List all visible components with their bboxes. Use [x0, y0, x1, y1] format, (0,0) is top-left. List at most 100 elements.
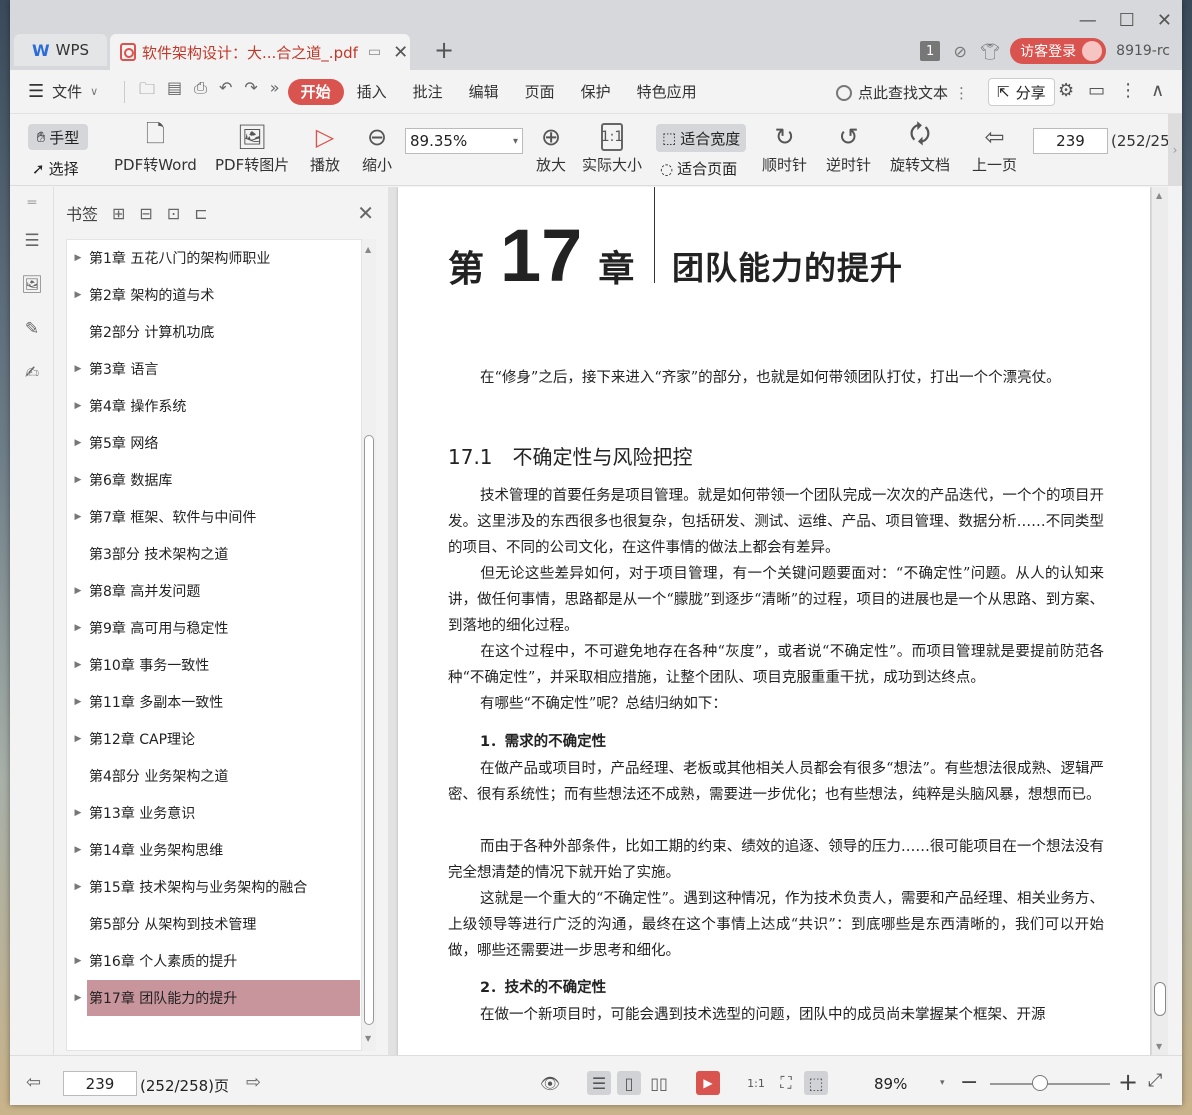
- expand-arrow-icon[interactable]: ▶: [67, 401, 89, 411]
- tab-annotate[interactable]: 批注: [400, 79, 456, 105]
- rotate-document-button[interactable]: 🗘 旋转文档: [890, 120, 950, 175]
- pdf-to-word-button[interactable]: 🗋 PDF转Word: [114, 120, 197, 175]
- bookmark-item[interactable]: ▶ 第11章 多副本一致性: [67, 684, 360, 720]
- vertical-dots-icon[interactable]: ⋮: [954, 84, 969, 102]
- gear-icon[interactable]: ⚙: [1058, 80, 1074, 101]
- add-bookmark-icon[interactable]: ⊡: [167, 204, 180, 223]
- bookmark-item[interactable]: 第4部分 业务架构之道: [67, 758, 360, 794]
- fit-width-icon[interactable]: ⬚: [804, 1071, 828, 1095]
- expand-all-icon[interactable]: ⊞: [112, 204, 125, 223]
- bookmark-item[interactable]: ▶ 第7章 框架、软件与中间件: [67, 499, 360, 535]
- status-zoom-value[interactable]: 89%: [874, 1075, 907, 1093]
- scroll-down-icon[interactable]: ▼: [365, 1034, 371, 1043]
- bookmark-item[interactable]: ▶ 第2章 架构的道与术: [67, 277, 360, 313]
- zoom-in-button[interactable]: ⊕ 放大: [536, 120, 566, 175]
- expand-arrow-icon[interactable]: ▶: [67, 438, 89, 448]
- zoom-slider[interactable]: [990, 1083, 1110, 1085]
- new-tab-button[interactable]: +: [434, 36, 454, 64]
- bookmark-item[interactable]: ▶ 第12章 CAP理论: [67, 721, 360, 757]
- signature-icon[interactable]: ✍︎: [21, 363, 43, 383]
- pdf-to-image-button[interactable]: 🖼︎ PDF转图片: [215, 120, 289, 175]
- expand-arrow-icon[interactable]: ▶: [67, 623, 89, 633]
- scroll-up-icon[interactable]: ▲: [1156, 191, 1162, 200]
- shirt-icon[interactable]: 👕︎: [980, 41, 1000, 61]
- eye-icon[interactable]: 👁︎: [538, 1071, 562, 1095]
- bookmark-item[interactable]: ▶ 第15章 技术架构与业务架构的融合: [67, 869, 360, 905]
- expand-arrow-icon[interactable]: ▶: [67, 882, 89, 892]
- continuous-page-icon[interactable]: ☰: [587, 1071, 611, 1095]
- tab-start[interactable]: 开始: [287, 78, 344, 105]
- bookmark-item[interactable]: ▶ 第9章 高可用与稳定性: [67, 610, 360, 646]
- bookmark-item[interactable]: 第3部分 技术架构之道: [67, 536, 360, 572]
- single-page-icon[interactable]: ▯: [617, 1071, 641, 1095]
- tab-features[interactable]: 特色应用: [624, 79, 710, 105]
- expand-arrow-icon[interactable]: ▶: [67, 512, 89, 522]
- save-icon[interactable]: ▤: [167, 78, 182, 105]
- thumbnail-icon[interactable]: 🖼︎: [21, 275, 43, 295]
- share-button[interactable]: ⇱ 分享: [988, 78, 1055, 106]
- print-icon[interactable]: ⎙: [194, 78, 207, 105]
- tab-document[interactable]: 软件架构设计：大...合之道_.pdf ▭ ✕: [110, 34, 410, 70]
- play-icon[interactable]: ▶: [696, 1071, 720, 1095]
- bookmark-item[interactable]: ▶ 第17章 团队能力的提升: [75, 980, 360, 1016]
- toolbar-scroll-right[interactable]: ›: [1168, 114, 1182, 186]
- expand-arrow-icon[interactable]: ▶: [67, 734, 89, 744]
- expand-arrow-icon[interactable]: ▶: [67, 253, 89, 263]
- undo-icon[interactable]: ↶: [219, 78, 232, 105]
- actual-size-button[interactable]: 1:1 实际大小: [582, 120, 642, 175]
- expand-arrow-icon[interactable]: ▶: [67, 290, 89, 300]
- bookmark-item[interactable]: ▶ 第4章 操作系统: [67, 388, 360, 424]
- document-scrollbar[interactable]: ▲ ▼: [1152, 187, 1168, 1055]
- fit-page-button[interactable]: ◌ 适合页面: [660, 158, 737, 179]
- bookmark-item[interactable]: ▶ 第14章 业务架构思维: [67, 832, 360, 868]
- collapse-ribbon-icon[interactable]: ∧: [1151, 80, 1164, 101]
- visitor-login-button[interactable]: 访客登录: [1010, 38, 1107, 64]
- chevron-down-icon[interactable]: ▾: [940, 1078, 945, 1088]
- expand-arrow-icon[interactable]: ▶: [67, 660, 89, 670]
- window-count-badge[interactable]: 1: [920, 41, 941, 61]
- zoom-out-icon[interactable]: −: [960, 1070, 978, 1095]
- bookmark-item[interactable]: ▶ 第8章 高并发问题: [67, 573, 360, 609]
- expand-arrow-icon[interactable]: ▶: [67, 956, 89, 966]
- tab-wps-home[interactable]: W WPS: [14, 34, 107, 66]
- expand-arrow-icon[interactable]: ▶: [67, 993, 89, 1003]
- rotate-clockwise-button[interactable]: ↻ 顺时针: [762, 120, 807, 175]
- scroll-down-icon[interactable]: ▼: [1156, 1042, 1162, 1051]
- monitor-icon[interactable]: ▭: [368, 44, 381, 60]
- annotation-icon[interactable]: ✎: [21, 319, 43, 339]
- close-panel-icon[interactable]: ✕: [357, 201, 374, 225]
- bookmark-item[interactable]: ▶ 第10章 事务一致性: [67, 647, 360, 683]
- zoom-slider-handle[interactable]: [1032, 1075, 1048, 1091]
- close-window-icon[interactable]: ✕: [1157, 10, 1172, 31]
- maximize-icon[interactable]: ☐: [1119, 10, 1135, 31]
- fullscreen-icon[interactable]: ⤢: [1148, 1070, 1162, 1091]
- more-icon[interactable]: »: [270, 78, 280, 105]
- drag-handle-icon[interactable]: ═: [21, 193, 43, 213]
- expand-arrow-icon[interactable]: ▶: [67, 845, 89, 855]
- collapse-all-icon[interactable]: ⊟: [139, 204, 152, 223]
- bookmark-item[interactable]: ▶ 第13章 业务意识: [67, 795, 360, 831]
- outline-icon[interactable]: ☰: [21, 231, 43, 251]
- bookmark-item[interactable]: 第2部分 计算机功底: [67, 314, 360, 350]
- scroll-up-icon[interactable]: ▲: [365, 245, 371, 254]
- zoom-select[interactable]: 89.35% ▾: [405, 128, 523, 154]
- bookmark-scrollbar[interactable]: ▲ ▼: [362, 239, 376, 1051]
- bookmark-item[interactable]: ▶ 第6章 数据库: [67, 462, 360, 498]
- rotate-counterclockwise-button[interactable]: ↺ 逆时针: [826, 120, 871, 175]
- prev-page-icon[interactable]: ⇦: [26, 1072, 41, 1093]
- next-page-icon[interactable]: ⇨: [246, 1072, 261, 1093]
- play-button[interactable]: ▷ 播放: [310, 120, 340, 175]
- skin-icon[interactable]: ⊘: [950, 41, 970, 61]
- fit-width-button[interactable]: ⬚ 适合宽度: [656, 124, 747, 152]
- scrollbar-thumb[interactable]: [364, 435, 374, 1025]
- select-tool-button[interactable]: ➚ 选择: [32, 158, 79, 179]
- bookmark-item[interactable]: ▶ 第5章 网络: [67, 425, 360, 461]
- expand-arrow-icon[interactable]: ▶: [67, 475, 89, 485]
- scrollbar-thumb[interactable]: [1154, 982, 1166, 1016]
- bookmark-item[interactable]: ▶ 第16章 个人素质的提升: [67, 943, 360, 979]
- find-text[interactable]: 点此查找文本 ⋮: [836, 82, 969, 103]
- expand-arrow-icon[interactable]: ▶: [67, 364, 89, 374]
- status-page-input[interactable]: 239: [63, 1071, 137, 1096]
- redo-icon[interactable]: ↷: [244, 78, 257, 105]
- open-folder-icon[interactable]: 🗀︎: [139, 78, 155, 105]
